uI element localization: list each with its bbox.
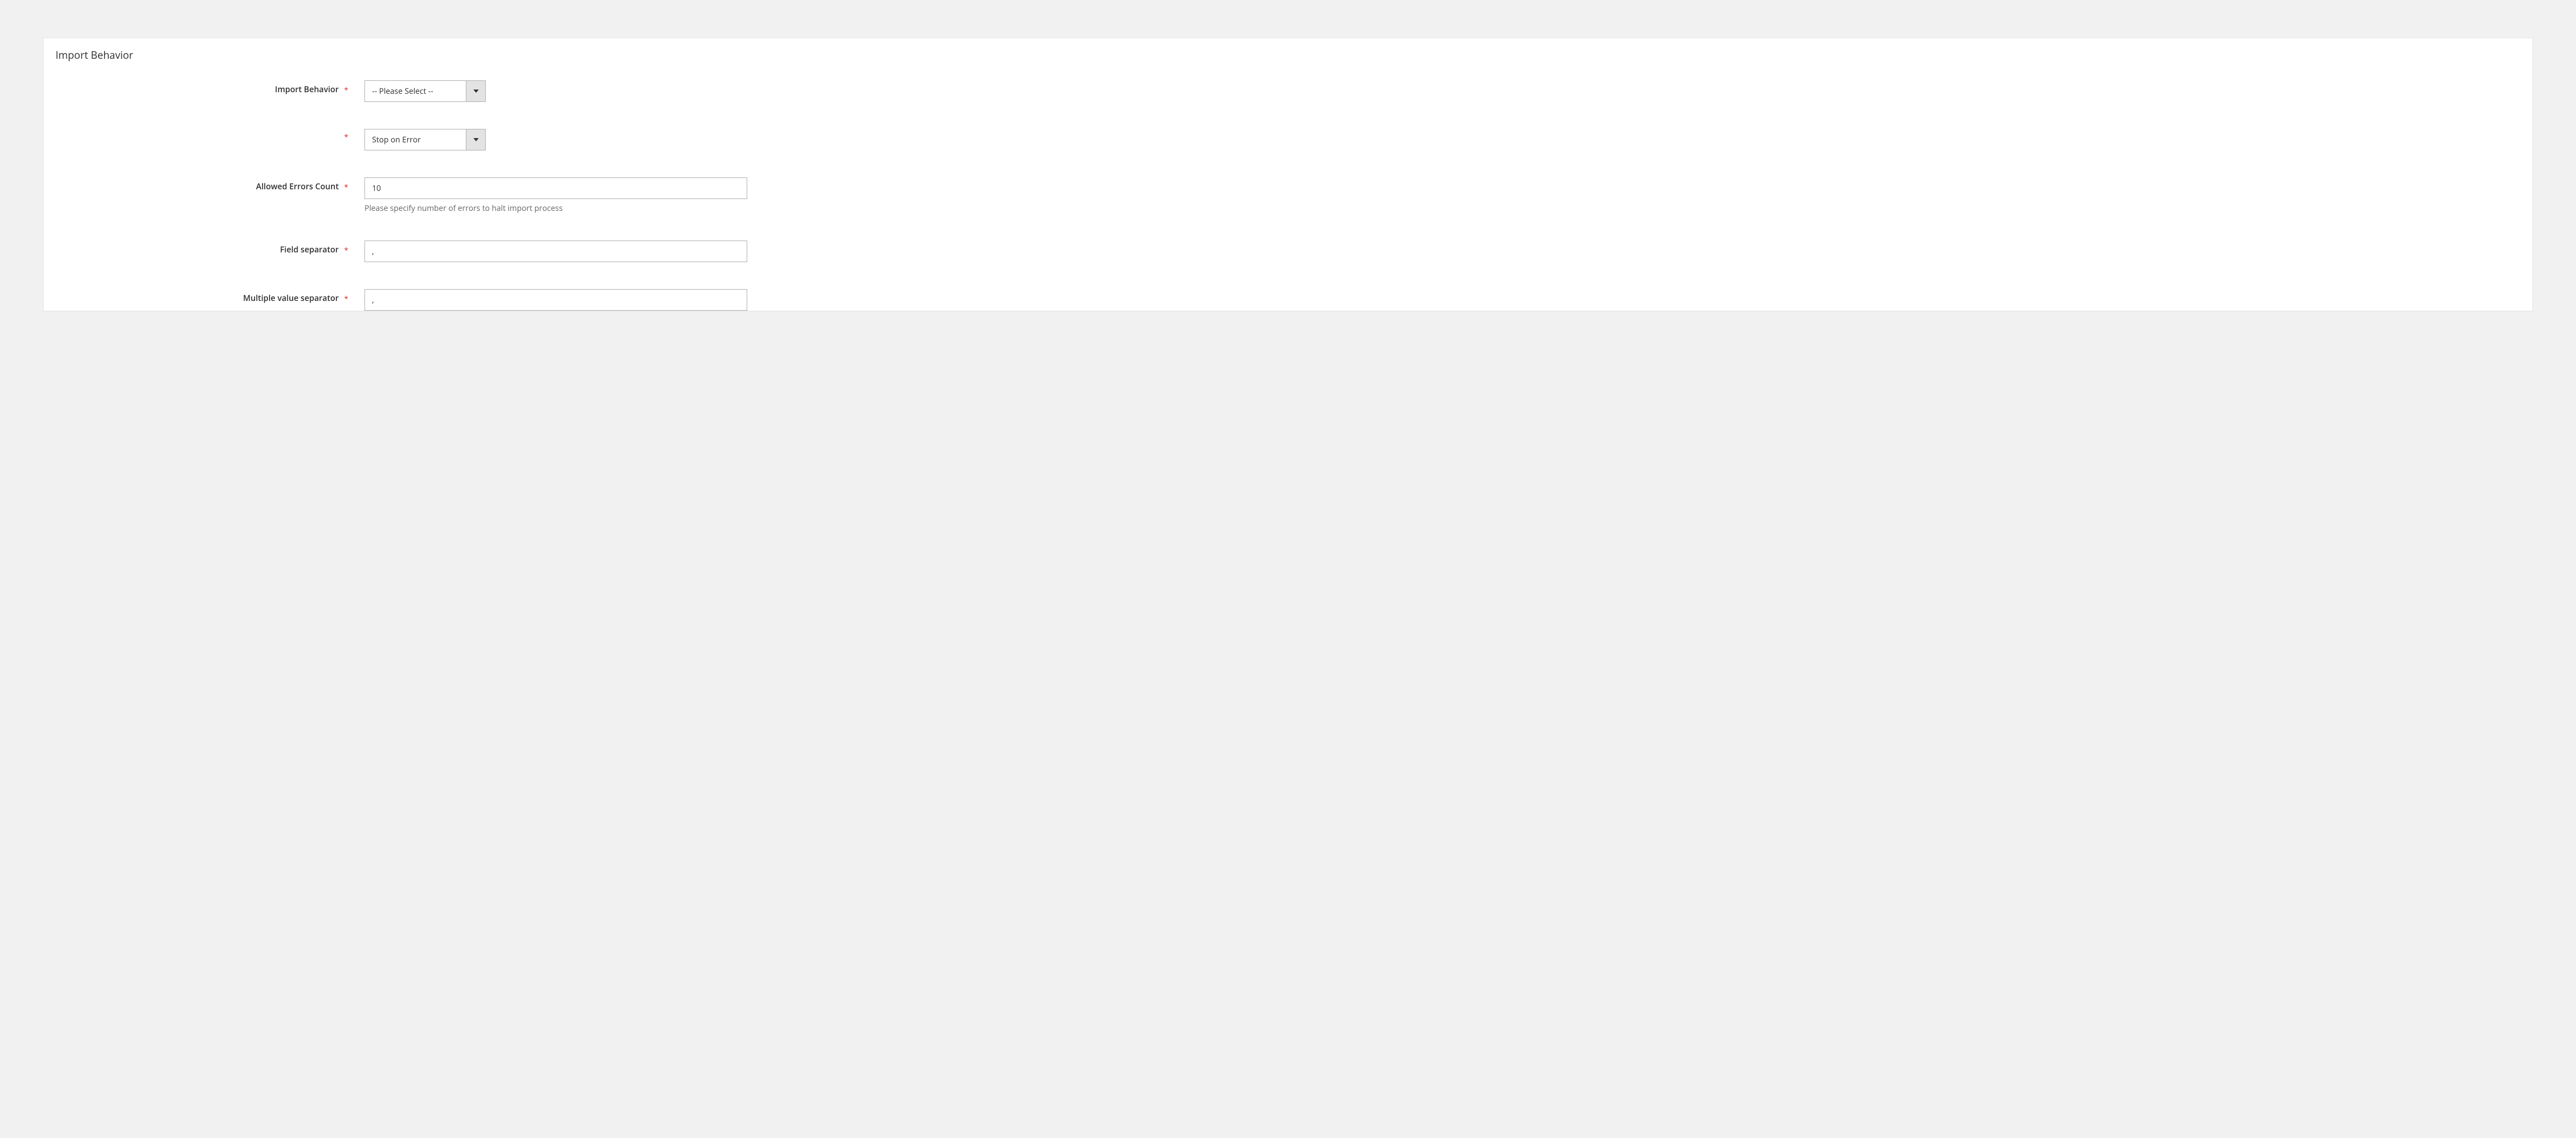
multiple-value-separator-input[interactable] [364, 289, 747, 311]
error-strategy-select[interactable]: Stop on Error [364, 129, 486, 150]
label-col: Multiple value separator * [60, 289, 364, 304]
required-asterisk-icon: * [344, 184, 348, 191]
label-import-behavior: Import Behavior [275, 84, 339, 95]
label-col: Allowed Errors Count * [60, 177, 364, 192]
select-arrow-button[interactable] [466, 81, 485, 101]
control-col [364, 289, 2516, 311]
field-field-separator: Field separator * [60, 241, 2516, 262]
field-multiple-value-separator: Multiple value separator * [60, 289, 2516, 311]
control-col: Please specify number of errors to halt … [364, 177, 2516, 214]
label-field-separator: Field separator [280, 244, 339, 255]
control-col: Stop on Error [364, 129, 2516, 150]
select-value: Stop on Error [365, 129, 466, 150]
label-col: Import Behavior * [60, 80, 364, 95]
field-error-strategy: * Stop on Error [60, 129, 2516, 150]
label-col: Field separator * [60, 241, 364, 255]
chevron-down-icon [473, 90, 479, 93]
control-col [364, 241, 2516, 262]
label-col: * [60, 129, 364, 140]
help-text-allowed-errors: Please specify number of errors to halt … [364, 203, 2516, 214]
fieldset-legend: Import Behavior [44, 38, 2532, 75]
select-value: -- Please Select -- [365, 81, 466, 101]
label-allowed-errors-count: Allowed Errors Count [256, 181, 339, 192]
import-behavior-select[interactable]: -- Please Select -- [364, 80, 486, 102]
field-import-behavior: Import Behavior * -- Please Select -- [60, 80, 2516, 102]
required-asterisk-icon: * [344, 87, 348, 94]
field-separator-input[interactable] [364, 241, 747, 262]
field-allowed-errors-count: Allowed Errors Count * Please specify nu… [60, 177, 2516, 214]
required-asterisk-icon: * [344, 296, 348, 303]
required-asterisk-icon: * [344, 134, 348, 141]
chevron-down-icon [473, 138, 479, 141]
label-multiple-value-separator: Multiple value separator [243, 293, 339, 304]
import-behavior-fieldset: Import Behavior Import Behavior * -- Ple… [43, 38, 2533, 311]
select-arrow-button[interactable] [466, 129, 485, 150]
control-col: -- Please Select -- [364, 80, 2516, 102]
required-asterisk-icon: * [344, 247, 348, 255]
allowed-errors-count-input[interactable] [364, 177, 747, 199]
form-body: Import Behavior * -- Please Select -- * [44, 75, 2532, 311]
